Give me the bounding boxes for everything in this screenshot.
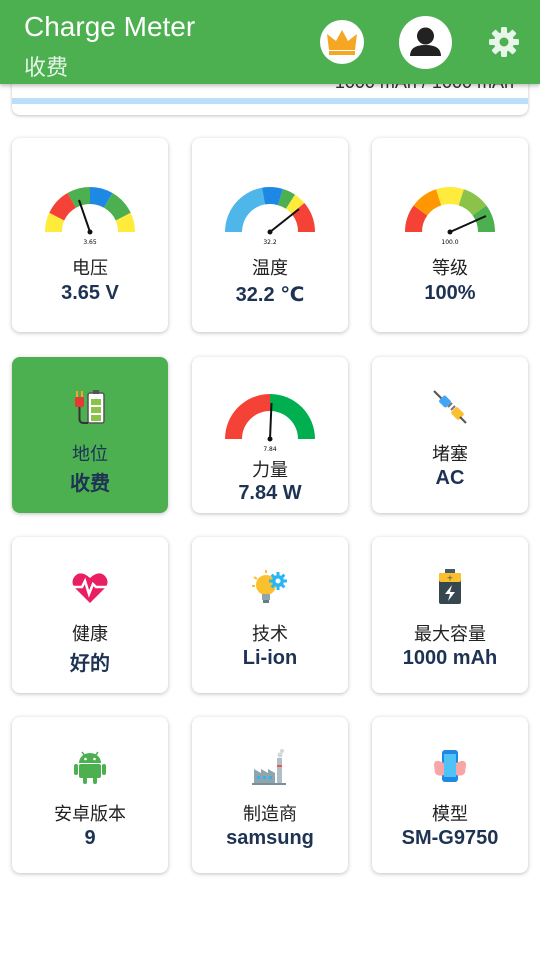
status-label: 地位 <box>72 444 108 465</box>
power-gauge: 7.84 <box>225 394 315 453</box>
voltage-label: 电压 <box>72 258 108 279</box>
model-card[interactable]: 模型 SM-G9750 <box>372 717 528 873</box>
power-card[interactable]: 7.84 力量 7.84 W <box>192 357 348 513</box>
health-value: 好的 <box>70 653 110 675</box>
plug-value: AC <box>435 467 465 489</box>
svg-text:+: + <box>447 574 454 583</box>
temperature-label: 温度 <box>252 258 288 279</box>
voltage-gauge: 3.65 <box>45 186 135 246</box>
account-icon <box>410 27 441 56</box>
temperature-gauge: 32.2 <box>225 187 315 246</box>
status-card[interactable]: 地位 收费 <box>12 357 168 513</box>
manufacturer-label: 制造商 <box>243 804 297 825</box>
technology-value: Li-ion <box>242 647 298 669</box>
android-version-card[interactable]: 安卓版本 9 <box>12 717 168 873</box>
temperature-card[interactable]: 32.2 温度 32.2 ℃ <box>192 138 348 332</box>
app-subtitle: 收费 <box>24 56 69 81</box>
plug-icon <box>433 390 467 424</box>
technology-label: 技术 <box>252 624 288 645</box>
level-value: 100% <box>424 282 476 304</box>
temperature-value: 32.2 ℃ <box>235 284 305 306</box>
voltage-gauge-value: 3.65 <box>83 239 97 246</box>
health-card[interactable]: 健康 好的 <box>12 537 168 693</box>
power-gauge-value: 7.84 <box>263 446 277 453</box>
phone-hand-icon <box>434 750 466 782</box>
crown-icon <box>327 30 357 55</box>
premium-button[interactable] <box>320 20 364 64</box>
max-capacity-label: 最大容量 <box>414 624 486 645</box>
status-value: 收费 <box>70 473 110 495</box>
factory-icon <box>252 749 286 785</box>
battery-charge-icon: + <box>439 569 461 604</box>
model-value: SM-G9750 <box>401 827 499 849</box>
android-version-value: 9 <box>84 827 96 849</box>
technology-card[interactable]: 技术 Li-ion <box>192 537 348 693</box>
temperature-gauge-value: 32.2 <box>263 239 277 246</box>
heart-pulse-icon <box>72 573 108 603</box>
manufacturer-card[interactable]: 制造商 samsung <box>192 717 348 873</box>
max-capacity-card[interactable]: + 最大容量 1000 mAh <box>372 537 528 693</box>
capacity-progress <box>12 98 528 104</box>
manufacturer-value: samsung <box>226 827 314 849</box>
app-title: Charge Meter <box>24 11 196 42</box>
android-version-label: 安卓版本 <box>54 804 126 825</box>
gear-icon <box>489 27 519 57</box>
level-card[interactable]: 100.0 等级 100% <box>372 138 528 332</box>
level-gauge: 100.0 <box>404 186 495 246</box>
level-gauge-value: 100.0 <box>441 239 458 246</box>
app-header: Charge Meter 收费 <box>0 0 540 84</box>
account-button[interactable] <box>399 16 452 69</box>
settings-button[interactable] <box>486 24 522 60</box>
power-label: 力量 <box>252 460 288 481</box>
voltage-value: 3.65 V <box>61 282 119 304</box>
capacity-progress-fill <box>12 98 528 104</box>
plug-card[interactable]: 堵塞 AC <box>372 357 528 513</box>
health-label: 健康 <box>72 624 108 645</box>
power-value: 7.84 W <box>238 482 302 504</box>
android-icon <box>74 751 106 784</box>
max-capacity-value: 1000 mAh <box>402 647 498 669</box>
bulb-gear-icon <box>252 570 287 603</box>
plug-label: 堵塞 <box>432 444 468 465</box>
voltage-card[interactable]: 3.65 电压 3.65 V <box>12 138 168 332</box>
plug-battery-icon <box>75 390 105 424</box>
model-label: 模型 <box>432 804 468 825</box>
level-label: 等级 <box>432 258 468 279</box>
